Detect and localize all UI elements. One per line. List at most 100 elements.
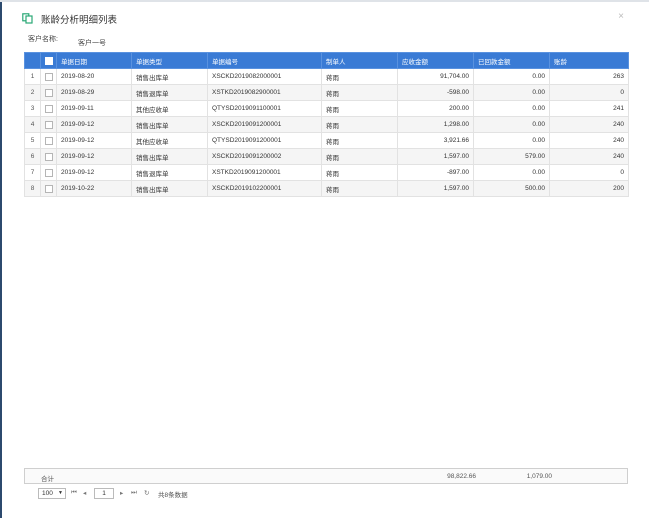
cell-code: XSCKD2019091200001: [207, 116, 322, 133]
next-page-icon[interactable]: ▸: [120, 489, 123, 497]
row-number: 8: [24, 180, 41, 197]
row-checkbox[interactable]: [40, 164, 57, 181]
cell-date: 2019-08-29: [56, 84, 132, 101]
cell-receivable: -598.00: [397, 84, 474, 101]
column-header-type[interactable]: 单据类型: [131, 52, 208, 69]
column-header-code[interactable]: 单据编号: [207, 52, 322, 69]
cell-receivable: 1,597.00: [397, 148, 474, 165]
cell-date: 2019-08-20: [56, 68, 132, 85]
cell-received: 500.00: [473, 180, 550, 197]
refresh-icon[interactable]: ↻: [144, 489, 149, 497]
cell-maker: 蒋雨: [321, 164, 398, 181]
cell-received: 0.00: [473, 116, 550, 133]
cell-received: 0.00: [473, 68, 550, 85]
cell-receivable: 91,704.00: [397, 68, 474, 85]
table-row[interactable]: 7 2019-09-12 销售退库单 XSTKD2019091200001 蒋雨…: [24, 164, 629, 181]
page-size-value: 100: [42, 490, 53, 497]
row-number: 5: [24, 132, 41, 149]
column-header-receivable[interactable]: 应收金额: [397, 52, 474, 69]
window-left-edge: [0, 0, 2, 518]
cell-type: 销售出库单: [131, 180, 208, 197]
select-all-checkbox[interactable]: [40, 52, 57, 69]
customer-value: 客户一号: [78, 40, 106, 47]
cell-received: 0.00: [473, 132, 550, 149]
cell-age: 0: [549, 84, 629, 101]
cell-maker: 蒋雨: [321, 148, 398, 165]
cell-type: 销售退库单: [131, 164, 208, 181]
summary-row: 合计 98,822.66 1,079.00: [24, 468, 628, 484]
row-checkbox[interactable]: [40, 84, 57, 101]
cell-date: 2019-09-12: [56, 116, 132, 133]
cell-date: 2019-09-11: [56, 100, 132, 117]
window-top-edge: [0, 0, 649, 2]
cell-date: 2019-09-12: [56, 164, 132, 181]
dialog-title: 账龄分析明细列表: [41, 15, 118, 26]
cell-code: XSTKD2019082900001: [207, 84, 322, 101]
total-count-text: 共8条数据: [158, 492, 188, 499]
cell-maker: 蒋雨: [321, 116, 398, 133]
row-checkbox[interactable]: [40, 116, 57, 133]
column-header-maker[interactable]: 制单人: [321, 52, 398, 69]
cell-receivable: 200.00: [397, 100, 474, 117]
cell-code: XSCKD2019102200001: [207, 180, 322, 197]
table-row[interactable]: 2 2019-08-29 销售退库单 XSTKD2019082900001 蒋雨…: [24, 84, 629, 101]
cell-type: 销售出库单: [131, 68, 208, 85]
cell-maker: 蒋雨: [321, 68, 398, 85]
cell-received: 0.00: [473, 84, 550, 101]
cell-code: QTYSD2019091200001: [207, 132, 322, 149]
cell-maker: 蒋雨: [321, 84, 398, 101]
close-icon[interactable]: ×: [616, 11, 626, 23]
row-number: 4: [24, 116, 41, 133]
cell-date: 2019-09-12: [56, 148, 132, 165]
first-page-icon[interactable]: ⏮: [71, 489, 77, 497]
column-header-date[interactable]: 单据日期: [56, 52, 132, 69]
page-number-input[interactable]: 1: [94, 488, 114, 499]
row-checkbox[interactable]: [40, 100, 57, 117]
table-header-row: 单据日期 单据类型 单据编号 制单人 应收金额 已回款金额 账龄: [24, 52, 629, 69]
table-row[interactable]: 5 2019-09-12 其他应收单 QTYSD2019091200001 蒋雨…: [24, 132, 629, 149]
table-row[interactable]: 6 2019-09-12 销售出库单 XSCKD2019091200002 蒋雨…: [24, 148, 629, 165]
row-checkbox[interactable]: [40, 180, 57, 197]
table-row[interactable]: 3 2019-09-11 其他应收单 QTYSD2019091100001 蒋雨…: [24, 100, 629, 117]
table-row[interactable]: 4 2019-09-12 销售出库单 XSCKD2019091200001 蒋雨…: [24, 116, 629, 133]
cell-age: 240: [549, 116, 629, 133]
aging-detail-table: 单据日期 单据类型 单据编号 制单人 应收金额 已回款金额 账龄 1 2019-…: [24, 52, 629, 197]
column-header-age[interactable]: 账龄: [549, 52, 629, 69]
cell-type: 其他应收单: [131, 100, 208, 117]
table-row[interactable]: 8 2019-10-22 销售出库单 XSCKD2019102200001 蒋雨…: [24, 180, 629, 197]
cell-age: 200: [549, 180, 629, 197]
row-number: 1: [24, 68, 41, 85]
column-header-received[interactable]: 已回款金额: [473, 52, 550, 69]
chevron-down-icon: ▼: [58, 490, 63, 496]
cell-receivable: 1,597.00: [397, 180, 474, 197]
cell-date: 2019-10-22: [56, 180, 132, 197]
cell-code: XSCKD2019091200002: [207, 148, 322, 165]
prev-page-icon[interactable]: ◂: [83, 489, 86, 497]
row-checkbox[interactable]: [40, 132, 57, 149]
cell-type: 销售出库单: [131, 116, 208, 133]
dialog-header: 账龄分析明细列表 ×: [22, 10, 634, 28]
cell-age: 263: [549, 68, 629, 85]
row-number: 3: [24, 100, 41, 117]
cell-code: QTYSD2019091100001: [207, 100, 322, 117]
page-size-select[interactable]: 100 ▼: [38, 488, 66, 499]
summary-label: 合计: [41, 476, 54, 483]
cell-received: 0.00: [473, 100, 550, 117]
row-checkbox[interactable]: [40, 148, 57, 165]
last-page-icon[interactable]: ⏭: [131, 489, 137, 497]
cell-receivable: 1,298.00: [397, 116, 474, 133]
table-row[interactable]: 1 2019-08-20 销售出库单 XSCKD2019082000001 蒋雨…: [24, 68, 629, 85]
cell-type: 其他应收单: [131, 132, 208, 149]
summary-received-total: 1,079.00: [526, 473, 552, 480]
row-checkbox[interactable]: [40, 68, 57, 85]
cell-maker: 蒋雨: [321, 100, 398, 117]
cell-code: XSCKD2019082000001: [207, 68, 322, 85]
copy-document-icon: [22, 13, 33, 24]
cell-receivable: 3,921.66: [397, 132, 474, 149]
cell-age: 240: [549, 132, 629, 149]
cell-age: 0: [549, 164, 629, 181]
customer-label: 客户名称:: [28, 36, 58, 43]
cell-maker: 蒋雨: [321, 180, 398, 197]
row-number: 2: [24, 84, 41, 101]
cell-code: XSTKD2019091200001: [207, 164, 322, 181]
